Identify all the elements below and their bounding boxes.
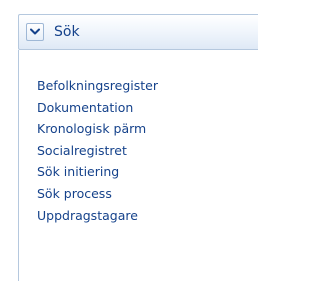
search-panel: Sök Befolkningsregister Dokumentation Kr… (0, 0, 258, 281)
panel-border-line (18, 50, 19, 281)
menu-item-kronologisk-parm[interactable]: Kronologisk pärm (37, 118, 158, 140)
collapse-toggle-button[interactable] (26, 23, 44, 41)
menu-item-befolkningsregister[interactable]: Befolkningsregister (37, 75, 158, 97)
menu-item-dokumentation[interactable]: Dokumentation (37, 97, 158, 119)
chevron-down-icon (30, 28, 40, 35)
menu-item-sok-process[interactable]: Sök process (37, 183, 158, 205)
panel-title: Sök (54, 24, 80, 40)
menu-item-sok-initiering[interactable]: Sök initiering (37, 161, 158, 183)
menu-item-uppdragstagare[interactable]: Uppdragstagare (37, 205, 158, 227)
menu-item-socialregistret[interactable]: Socialregistret (37, 140, 158, 162)
search-menu-list: Befolkningsregister Dokumentation Kronol… (37, 75, 158, 226)
search-panel-header[interactable]: Sök (18, 14, 258, 50)
